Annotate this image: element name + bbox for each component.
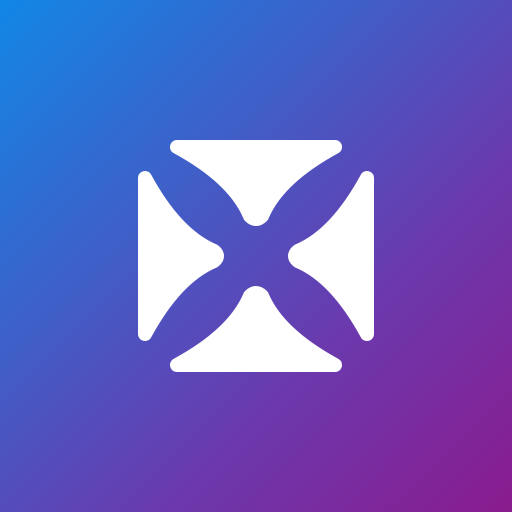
four-triangle-x-logo-icon [138, 140, 374, 372]
logo-bottom-segment [170, 286, 342, 372]
logo-right-segment [288, 171, 374, 341]
logo-top-segment [170, 140, 342, 226]
logo-left-segment [138, 171, 224, 341]
app-icon-background [0, 0, 512, 512]
